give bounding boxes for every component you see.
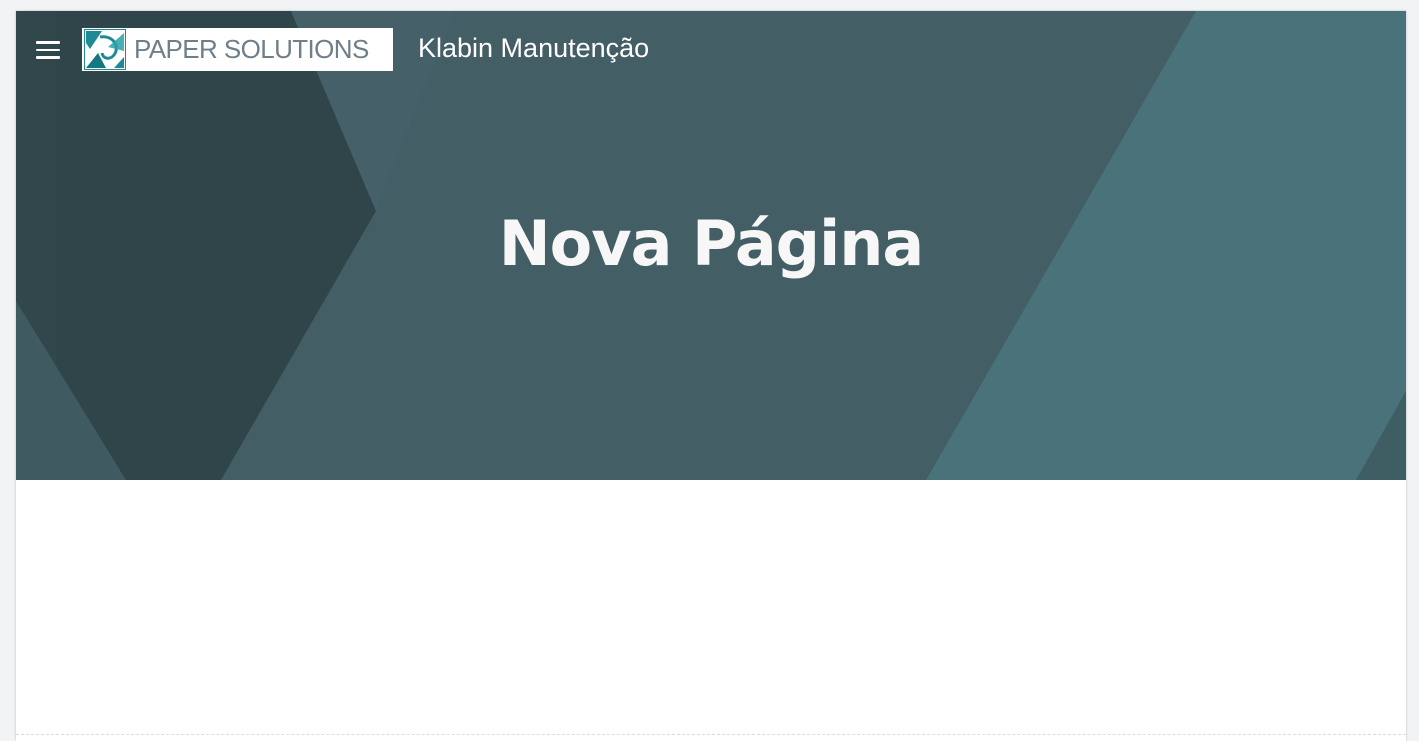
section-divider [16,734,1406,735]
site-page: PAPER SOLUTIONS Klabin Manutenção Nova P… [16,11,1406,741]
page-header-banner: PAPER SOLUTIONS Klabin Manutenção Nova P… [16,11,1406,480]
paper-solutions-logo[interactable]: PAPER SOLUTIONS [82,28,393,71]
top-navigation-bar: PAPER SOLUTIONS Klabin Manutenção [16,11,1406,87]
logo-wordmark: PAPER SOLUTIONS [134,34,369,64]
site-title-link[interactable]: Klabin Manutenção [418,33,649,64]
page-content-area [16,480,1406,741]
paper-solutions-logo-mark-icon [84,29,126,70]
page-title: Nova Página [498,207,925,280]
hamburger-menu-icon[interactable] [34,38,62,62]
